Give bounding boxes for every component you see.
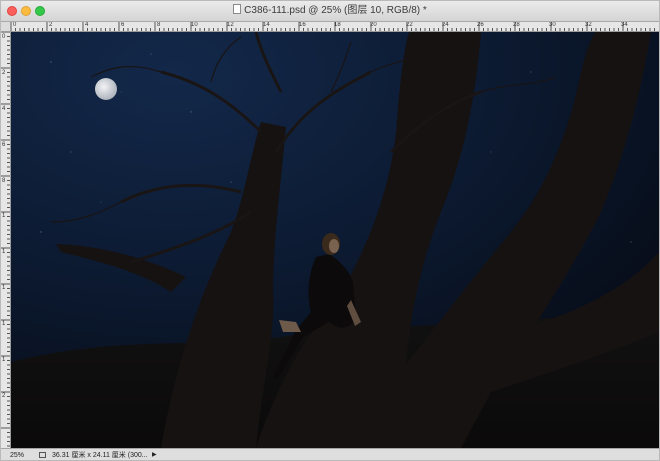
ruler-label: 10 bbox=[191, 22, 198, 28]
ruler-label: 20 bbox=[370, 22, 377, 28]
ruler-label: 2 bbox=[49, 22, 53, 28]
ruler-label: 12 bbox=[227, 22, 234, 28]
ruler-origin[interactable] bbox=[1, 22, 11, 32]
ruler-label: 1 bbox=[2, 213, 6, 219]
document-size-info[interactable]: 36.31 厘米 x 24.11 厘米 (300... bbox=[52, 449, 148, 460]
ruler-label: 6 bbox=[121, 22, 125, 28]
ruler-label: 18 bbox=[334, 22, 341, 28]
ruler-label: 32 bbox=[585, 22, 592, 28]
ruler-label: 1 bbox=[2, 285, 6, 291]
window-title: C386-111.psd @ 25% (图层 10, RGB/8) * bbox=[1, 4, 659, 18]
ruler-label: 0 bbox=[13, 22, 17, 28]
night-tree-photo bbox=[11, 32, 659, 448]
ruler-label: 2 bbox=[2, 70, 6, 76]
horizontal-ruler-ticks bbox=[10, 22, 655, 31]
horizontal-ruler[interactable]: 0 2 4 6 8 10 12 14 16 18 20 22 24 26 28 … bbox=[1, 22, 659, 32]
ruler-label: 6 bbox=[2, 142, 6, 148]
status-bar: 25% 36.31 厘米 x 24.11 厘米 (300... ▶ bbox=[1, 448, 659, 460]
ruler-label: 14 bbox=[263, 22, 270, 28]
ruler-label: 1 bbox=[2, 249, 6, 255]
ruler-label: 4 bbox=[85, 22, 89, 28]
ruler-label: 4 bbox=[2, 106, 6, 112]
ruler-label: 30 bbox=[549, 22, 556, 28]
ruler-label: 26 bbox=[477, 22, 484, 28]
title-bar[interactable]: C386-111.psd @ 25% (图层 10, RGB/8) * bbox=[1, 1, 659, 22]
info-menu-arrow-icon[interactable]: ▶ bbox=[152, 449, 157, 460]
ruler-label: 1 bbox=[2, 321, 6, 327]
export-icon[interactable] bbox=[39, 452, 46, 458]
window-title-text: C386-111.psd @ 25% (图层 10, RGB/8) * bbox=[244, 5, 427, 16]
ruler-label: 8 bbox=[157, 22, 161, 28]
ruler-label: 2 bbox=[2, 393, 6, 399]
ruler-label: 22 bbox=[406, 22, 413, 28]
zoom-level[interactable]: 25% bbox=[10, 449, 24, 460]
ruler-label: 24 bbox=[442, 22, 449, 28]
ruler-label: 8 bbox=[2, 178, 6, 184]
document-icon bbox=[233, 4, 242, 14]
ruler-label: 28 bbox=[513, 22, 520, 28]
ruler-label: 0 bbox=[2, 34, 6, 40]
photoshop-document-window: C386-111.psd @ 25% (图层 10, RGB/8) * 0 2 … bbox=[0, 0, 660, 461]
ruler-label: 34 bbox=[621, 22, 628, 28]
document-canvas[interactable] bbox=[11, 32, 659, 448]
vertical-ruler[interactable]: 0 2 4 6 8 1 1 1 1 1 2 bbox=[1, 32, 11, 448]
moon-icon bbox=[95, 78, 117, 100]
ruler-label: 1 bbox=[2, 357, 6, 363]
ruler-label: 16 bbox=[299, 22, 306, 28]
vertical-ruler-ticks bbox=[1, 32, 10, 447]
